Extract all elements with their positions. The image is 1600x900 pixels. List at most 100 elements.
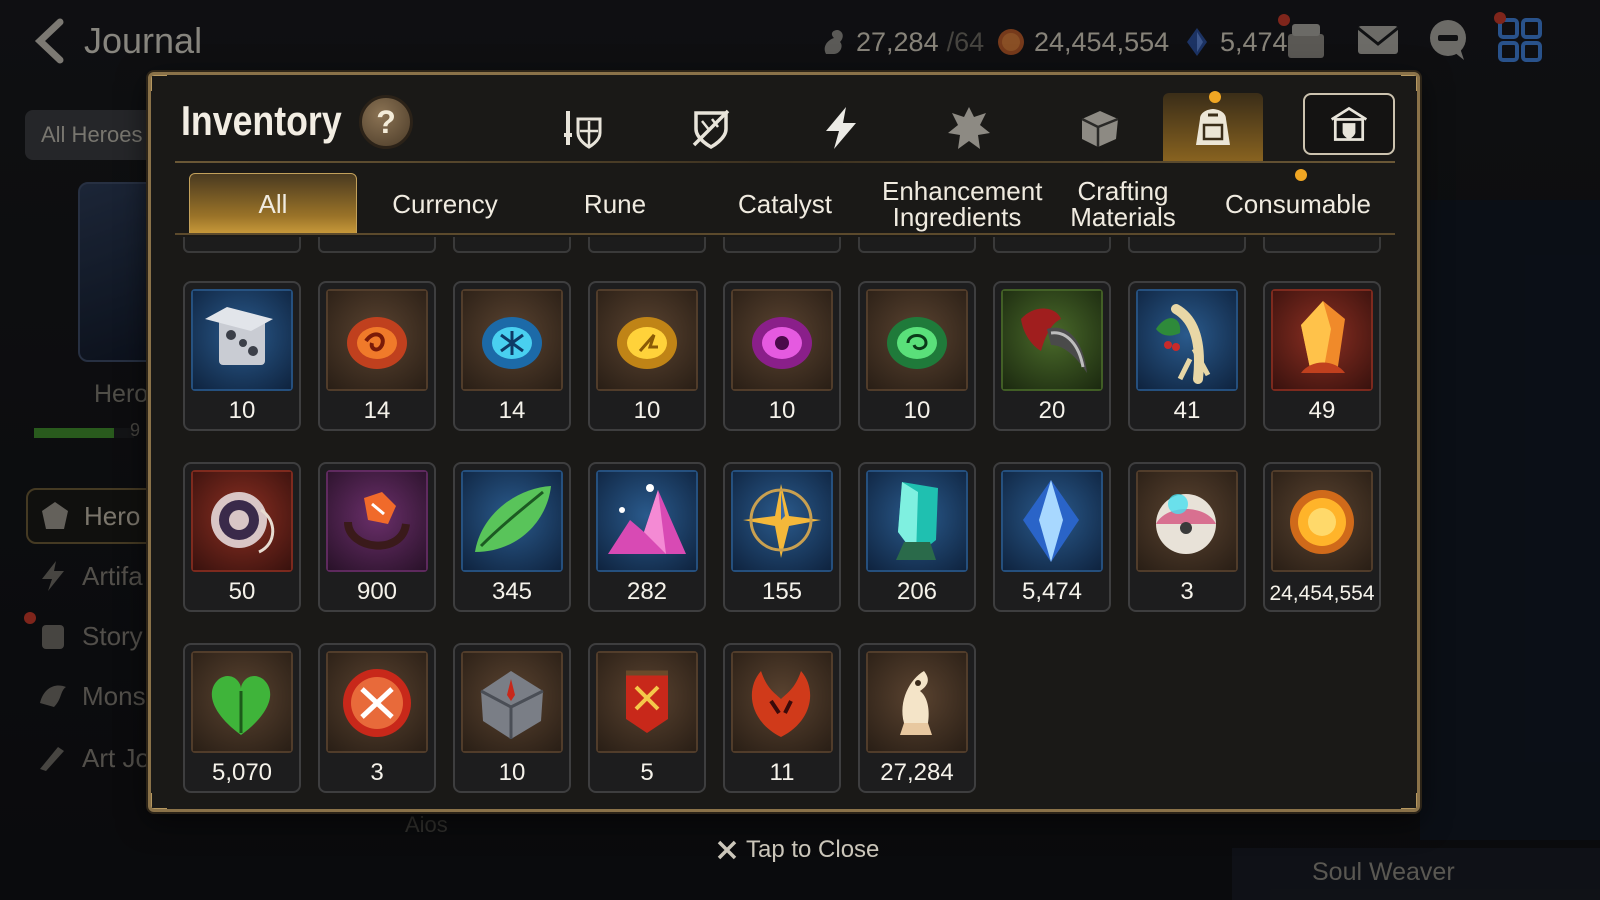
inventory-item-slot[interactable]: 14	[318, 281, 436, 431]
inventory-item-slot[interactable]: 20	[993, 281, 1111, 431]
previous-row-item	[183, 237, 301, 253]
inventory-item-slot[interactable]: 155	[723, 462, 841, 612]
previous-row-item	[723, 237, 841, 253]
herb-root-icon	[1136, 289, 1238, 391]
tab-all[interactable]: All	[189, 173, 357, 235]
item-quantity: 5,070	[211, 759, 273, 786]
tab-artifact[interactable]	[791, 93, 891, 163]
inventory-item-slot[interactable]: 14	[453, 281, 571, 431]
item-quantity: 10	[228, 397, 256, 424]
inventory-item-slot[interactable]: 3	[1128, 462, 1246, 612]
mystery-box-icon	[191, 289, 293, 391]
purple-charm-icon	[326, 470, 428, 572]
inventory-item-slot[interactable]: 24,454,554	[1263, 462, 1381, 612]
equipment-icon	[564, 111, 602, 149]
banner-icon	[596, 651, 698, 753]
close-icon	[717, 840, 737, 860]
frame-corner	[1401, 793, 1417, 809]
inventory-item-slot[interactable]: 49	[1263, 281, 1381, 431]
storage-icon	[1330, 106, 1368, 141]
claw-icon	[1001, 289, 1103, 391]
item-quantity: 14	[498, 397, 526, 424]
tab-currency[interactable]: Currency	[361, 173, 529, 235]
inventory-item-slot[interactable]: 50	[183, 462, 301, 612]
inventory-item-slot[interactable]: 10	[858, 281, 976, 431]
inventory-item-slot[interactable]: 5,070	[183, 643, 301, 793]
crest-icon	[948, 107, 990, 149]
lightning-icon	[826, 107, 856, 149]
yellow-rune-icon	[596, 289, 698, 391]
tab-rune[interactable]: Rune	[531, 173, 699, 235]
red-rune-icon	[326, 289, 428, 391]
material-box-icon	[1081, 111, 1119, 147]
fire-crystal-icon	[1271, 289, 1373, 391]
inventory-item-slot[interactable]: 10	[723, 281, 841, 431]
heart-leaf-icon	[191, 651, 293, 753]
red-charm-icon	[191, 470, 293, 572]
inventory-item-slot[interactable]: 5,474	[993, 462, 1111, 612]
tab-crafting-materials[interactable]: Crafting Materials	[1049, 173, 1197, 235]
help-button[interactable]: ?	[359, 95, 413, 149]
green-rune-icon	[866, 289, 968, 391]
item-grid[interactable]: 10 14 14 10 10 10 20 41 49 50 900 345 282 155 206 5,474…	[179, 237, 1395, 807]
inventory-item-slot[interactable]: 10	[453, 643, 571, 793]
tab-consumable[interactable]: Consumable	[1209, 169, 1387, 235]
tab-storage[interactable]	[1303, 93, 1395, 155]
tab-label: All	[258, 189, 288, 219]
inventory-item-slot[interactable]: 10	[588, 281, 706, 431]
frame-corner	[151, 75, 167, 91]
previous-row-item	[318, 237, 436, 253]
inventory-item-slot[interactable]: 11	[723, 643, 841, 793]
frame-corner	[151, 793, 167, 809]
tab-crest[interactable]	[919, 93, 1019, 163]
inventory-item-slot[interactable]: 27,284	[858, 643, 976, 793]
inventory-item-slot[interactable]: 282	[588, 462, 706, 612]
item-quantity: 5,474	[1021, 578, 1083, 605]
item-quantity: 20	[1038, 397, 1066, 424]
war-badge-icon	[326, 651, 428, 753]
item-quantity: 206	[896, 578, 938, 605]
previous-row-item	[858, 237, 976, 253]
item-quantity: 155	[761, 578, 803, 605]
tab-materials[interactable]	[1049, 93, 1149, 163]
pink-crystal-icon	[596, 470, 698, 572]
skystone-icon	[1001, 470, 1103, 572]
inventory-item-slot[interactable]: 41	[1128, 281, 1246, 431]
item-quantity: 282	[626, 578, 668, 605]
item-quantity: 49	[1308, 397, 1336, 424]
inventory-item-slot[interactable]: 206	[858, 462, 976, 612]
previous-row-item	[588, 237, 706, 253]
teal-crystal-icon	[866, 470, 968, 572]
shield-broken-icon	[692, 109, 730, 149]
tab-label: Catalyst	[738, 189, 832, 219]
tab-items[interactable]	[1163, 91, 1263, 163]
item-quantity: 3	[370, 759, 384, 786]
inventory-item-slot[interactable]: 345	[453, 462, 571, 612]
item-quantity: 10	[633, 397, 661, 424]
stone-compass-icon	[461, 651, 563, 753]
inventory-item-slot[interactable]: 900	[318, 462, 436, 612]
gold-coin-icon	[1271, 470, 1373, 572]
pet-orb-icon	[1136, 470, 1238, 572]
tab-label: Consumable	[1225, 189, 1371, 219]
tab-label: Rune	[583, 189, 647, 219]
subtab-divider	[175, 233, 1395, 235]
tab-equipment[interactable]	[533, 93, 633, 163]
item-quantity: 5	[640, 759, 654, 786]
tab-enhancement-ingredients[interactable]: Enhancement Ingredients	[869, 173, 1045, 235]
inventory-item-slot[interactable]: 3	[318, 643, 436, 793]
tab-label: Enhancement Ingredients	[882, 176, 1043, 232]
frame-corner	[1401, 75, 1417, 91]
leaf-icon	[461, 470, 563, 572]
tab-equipment-broken[interactable]	[661, 93, 761, 163]
item-quantity: 900	[356, 578, 398, 605]
tab-label: Crafting Materials	[1070, 176, 1176, 232]
tab-label: Currency	[392, 189, 498, 219]
previous-row-item	[1263, 237, 1381, 253]
close-hint[interactable]: Tap to Close	[716, 836, 879, 864]
inventory-item-slot[interactable]: 5	[588, 643, 706, 793]
header-divider	[175, 161, 1395, 163]
inventory-title: Inventory	[181, 97, 342, 144]
tab-catalyst[interactable]: Catalyst	[701, 173, 869, 235]
inventory-item-slot[interactable]: 10	[183, 281, 301, 431]
